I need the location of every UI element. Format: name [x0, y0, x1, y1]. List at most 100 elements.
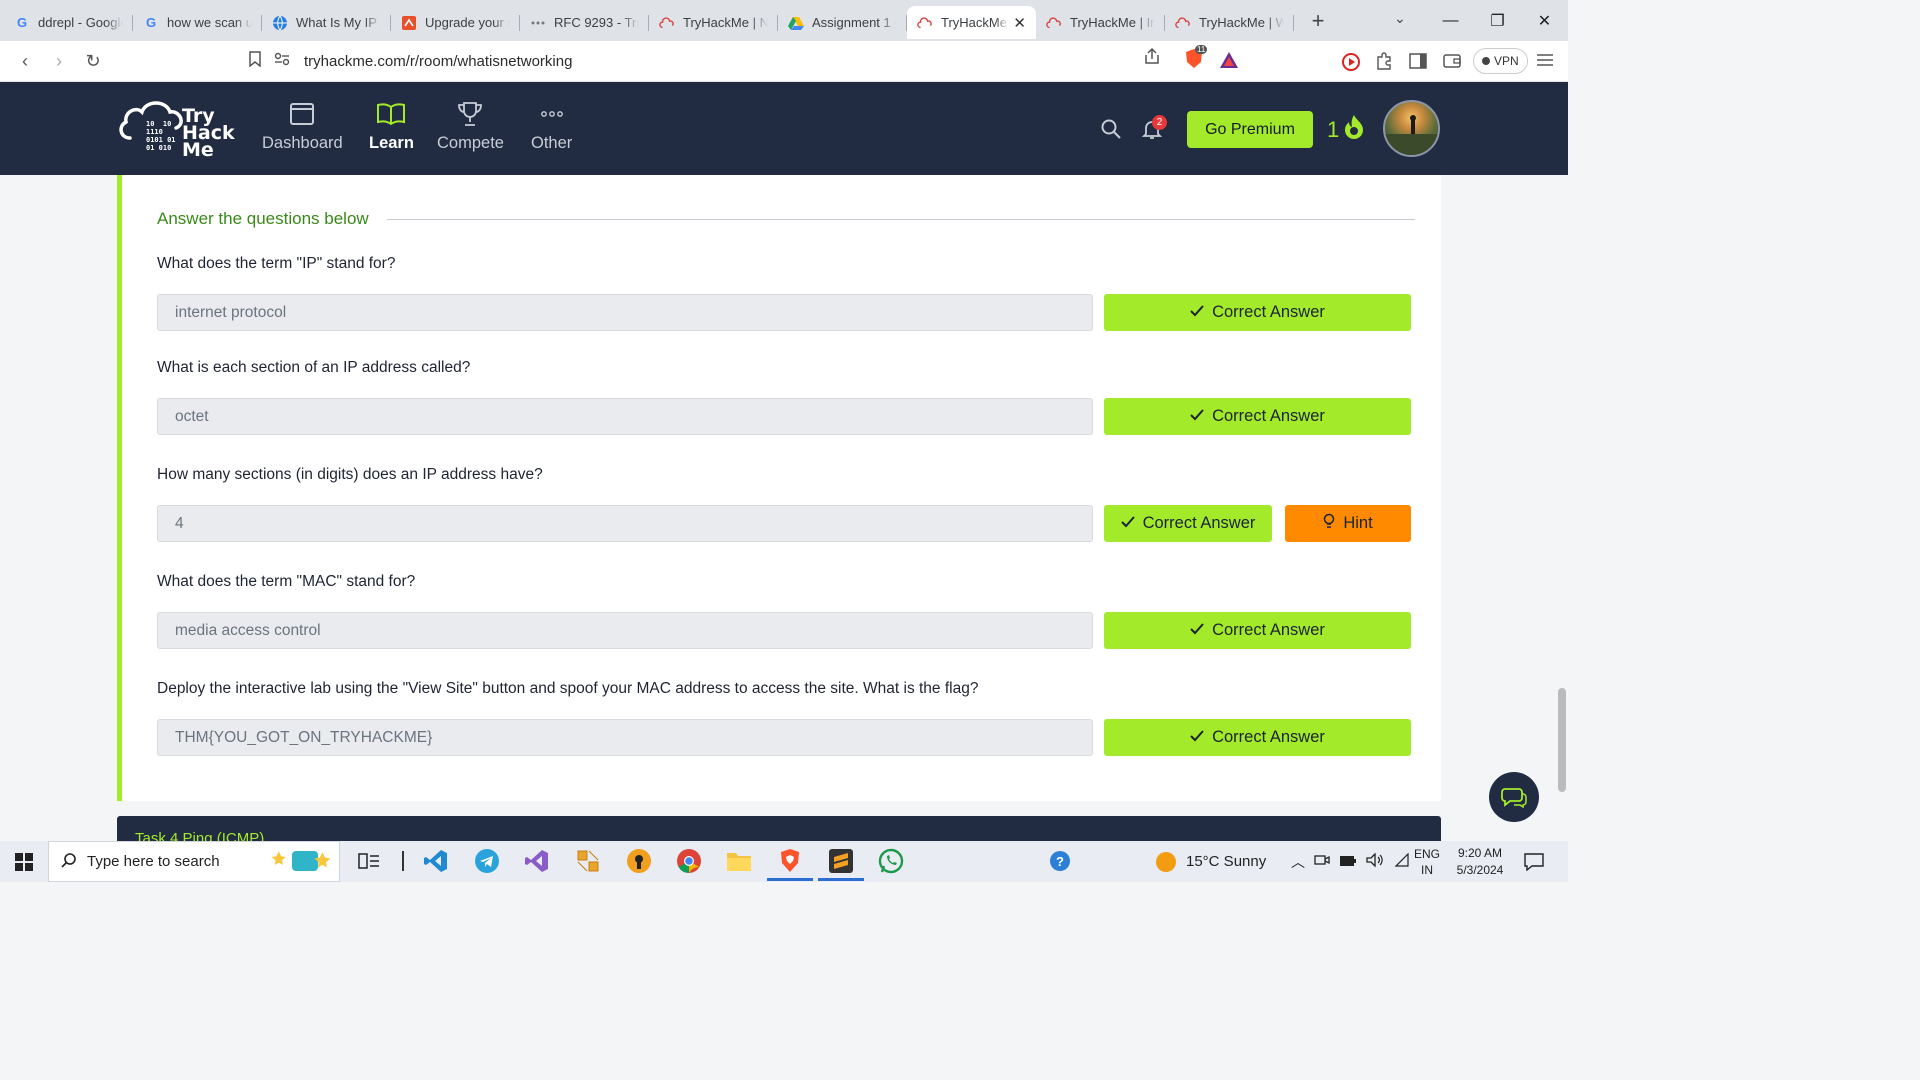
answer-field[interactable]: THM{YOU_GOT_ON_TRYHACKME} [157, 719, 1093, 756]
wifi-icon[interactable] [1393, 852, 1409, 870]
search-icon[interactable] [1101, 119, 1121, 144]
meet-now-icon[interactable] [1314, 853, 1330, 870]
browser-tab[interactable]: TryHackMe | N [649, 6, 778, 39]
tab-title: TryHackMe | W [1199, 15, 1284, 30]
extensions-icon[interactable] [1375, 52, 1393, 70]
flame-icon [1343, 114, 1365, 146]
correct-answer-button[interactable]: Correct Answer [1104, 398, 1411, 435]
bookmark-icon[interactable] [248, 51, 262, 72]
tab-favicon-icon [272, 15, 288, 31]
site-settings-icon[interactable] [274, 52, 290, 71]
tryhackme-logo[interactable]: 10 10 1110 0101 01 01 010 Try Hack Me [116, 94, 236, 164]
sublime-text-icon[interactable] [818, 846, 864, 881]
answer-field[interactable]: octet [157, 398, 1093, 435]
clock-time: 9:20 AM [1457, 845, 1503, 860]
address-bar[interactable]: tryhackme.com/r/room/whatisnetworking [248, 45, 1248, 78]
browser-tab[interactable]: G how we scan u [133, 6, 262, 39]
taskbar-separator [388, 846, 418, 876]
user-avatar[interactable] [1383, 100, 1440, 157]
media-play-icon[interactable] [1341, 52, 1361, 72]
help-icon[interactable]: ? [1045, 846, 1075, 876]
brave-rewards-icon[interactable] [1219, 51, 1239, 69]
volume-icon[interactable] [1366, 852, 1384, 870]
reload-icon[interactable]: ↻ [76, 51, 110, 72]
brave-shield-icon[interactable]: 11 [1183, 45, 1208, 71]
answer-field[interactable]: media access control [157, 612, 1093, 649]
svg-text:?: ? [1056, 854, 1064, 869]
whatsapp-icon[interactable] [876, 846, 906, 876]
browser-tab[interactable]: TryHackMe ✕ [907, 6, 1036, 39]
browser-tab[interactable]: Upgrade your s [391, 6, 520, 39]
question-text: How many sections (in digits) does an IP… [157, 466, 543, 483]
nav-item-learn[interactable]: Learn [369, 96, 414, 153]
question-text: What does the term "IP" stand for? [157, 255, 396, 272]
brave-browser-icon[interactable] [767, 846, 813, 881]
correct-answer-button[interactable]: Correct Answer [1104, 294, 1411, 331]
tab-title: Assignment 1 - [812, 15, 897, 30]
close-window-icon[interactable]: ✕ [1521, 11, 1568, 31]
app-icon-orange[interactable] [573, 846, 603, 876]
go-premium-button[interactable]: Go Premium [1187, 111, 1313, 148]
correct-answer-button[interactable]: Correct Answer [1104, 719, 1411, 756]
weather-text: 15°C Sunny [1186, 853, 1267, 870]
nav-item-other[interactable]: Other [531, 96, 572, 153]
question-text: What does the term "MAC" stand for? [157, 573, 416, 590]
page-scrollbar[interactable] [1558, 688, 1566, 792]
correct-answer-button[interactable]: Correct Answer [1104, 505, 1272, 542]
browser-tab[interactable]: Assignment 1 - [778, 6, 907, 39]
wallet-icon[interactable] [1443, 53, 1461, 69]
browser-tab[interactable]: RFC 9293 - Tran [520, 6, 649, 39]
next-task-header[interactable]: Task 4 Ping (ICMP) [117, 816, 1441, 841]
visual-studio-icon[interactable] [522, 846, 552, 876]
browser-tab[interactable]: G ddrepl - Google [4, 6, 133, 39]
notification-center-icon[interactable] [1524, 841, 1544, 882]
clock[interactable]: 9:20 AM 5/3/2024 [1452, 841, 1508, 882]
clock-date: 5/3/2024 [1456, 862, 1504, 877]
check-icon [1190, 407, 1204, 426]
minimize-icon[interactable]: — [1427, 12, 1474, 30]
tab-title: RFC 9293 - Tran [554, 15, 639, 30]
back-icon[interactable]: ‹ [8, 51, 42, 72]
correct-answer-label: Correct Answer [1212, 728, 1325, 746]
new-tab-button[interactable]: + [1306, 8, 1330, 34]
windows-start-icon[interactable] [0, 841, 48, 882]
browser-tab[interactable]: What Is My IP A [262, 6, 391, 39]
vscode-icon[interactable] [421, 846, 451, 876]
task-view-icon[interactable] [354, 846, 384, 876]
nav-item-compete[interactable]: Compete [437, 96, 504, 153]
logo-bits-line: 10 10 [146, 120, 172, 128]
chat-support-button[interactable] [1489, 772, 1539, 822]
search-placeholder: Type here to search [87, 853, 220, 870]
restore-icon[interactable]: ❐ [1474, 11, 1521, 31]
browser-tab[interactable]: TryHackMe | W [1165, 6, 1294, 39]
file-explorer-icon[interactable] [724, 846, 754, 876]
streak-counter[interactable]: 1 [1327, 114, 1365, 146]
menu-icon[interactable] [1536, 53, 1554, 67]
logo-binary: 10 10 1110 0101 01 01 010 [146, 120, 176, 152]
window-controls: — ❐ ✕ [1427, 0, 1568, 41]
tab-close-icon[interactable]: ✕ [1013, 14, 1026, 32]
app-icon-keyhole[interactable] [624, 846, 654, 876]
sidebar-icon[interactable] [1409, 53, 1427, 69]
telegram-icon[interactable] [472, 846, 502, 876]
forward-icon[interactable]: › [42, 51, 76, 72]
weather-widget[interactable]: 15°C Sunny [1156, 841, 1266, 882]
correct-answer-button[interactable]: Correct Answer [1104, 612, 1411, 649]
chevron-up-icon[interactable]: ︿ [1291, 852, 1305, 872]
share-icon[interactable] [1143, 47, 1161, 65]
answer-field[interactable]: 4 [157, 505, 1093, 542]
shield-count-badge: 11 [1195, 45, 1208, 54]
tab-search-icon[interactable]: ⌄ [1394, 10, 1406, 27]
answer-field[interactable]: internet protocol [157, 294, 1093, 331]
taskbar-search[interactable]: Type here to search [48, 841, 340, 882]
browser-tab[interactable]: TryHackMe | Int [1036, 6, 1165, 39]
battery-icon[interactable] [1339, 854, 1357, 870]
logo-word-line: Me [182, 139, 214, 161]
vpn-button[interactable]: VPN [1473, 48, 1528, 74]
correct-answer-label: Correct Answer [1142, 514, 1256, 532]
language-indicator[interactable]: ENG IN [1414, 841, 1440, 882]
nav-item-dashboard[interactable]: Dashboard [262, 96, 343, 153]
chrome-icon[interactable] [674, 846, 704, 876]
hint-button[interactable]: Hint [1285, 505, 1411, 542]
check-icon [1190, 621, 1204, 640]
